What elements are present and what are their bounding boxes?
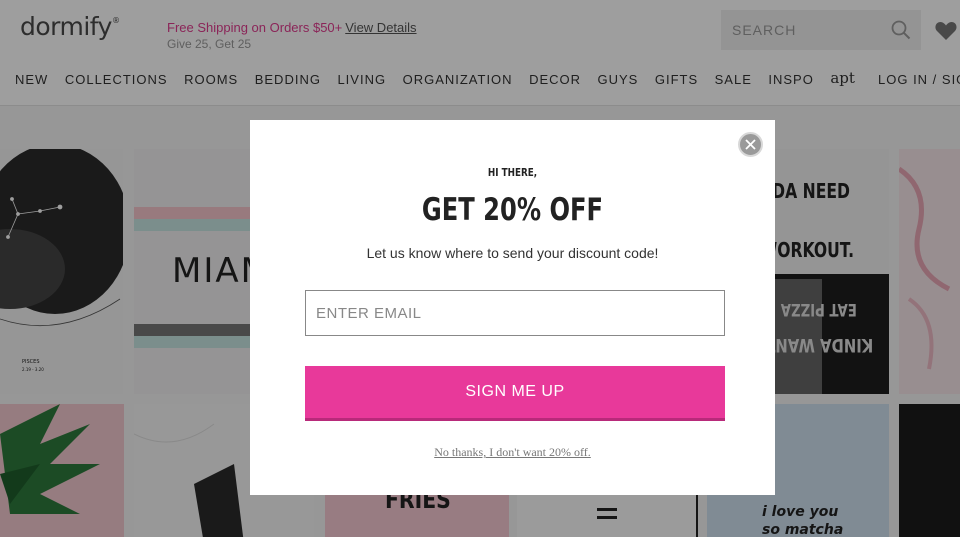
email-field[interactable]	[305, 290, 725, 336]
close-button[interactable]	[738, 132, 763, 157]
page: dormify® Free Shipping on Orders $50+ Vie…	[0, 0, 960, 537]
sign-me-up-button[interactable]: SIGN ME UP	[305, 366, 725, 421]
close-icon	[745, 139, 756, 150]
modal-title: GET 20% OFF	[421, 192, 604, 228]
modal-greeting: HI THERE,	[487, 166, 538, 179]
decline-link[interactable]: No thanks, I don't want 20% off.	[250, 445, 775, 460]
modal-subtitle: Let us know where to send your discount …	[366, 245, 659, 261]
discount-modal: HI THERE, GET 20% OFF Let us know where …	[250, 120, 775, 495]
